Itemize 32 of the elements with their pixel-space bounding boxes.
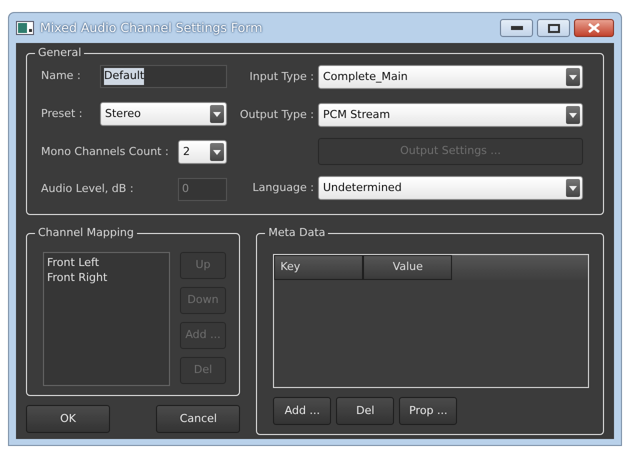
dropdown[interactable]: Stereo <box>100 102 227 126</box>
text-field[interactable]: Default <box>100 65 227 88</box>
close-icon <box>588 23 600 33</box>
dropdown[interactable]: 2 <box>178 140 227 164</box>
maximize-button[interactable] <box>537 19 570 37</box>
channel-list[interactable]: Front Left Front Right <box>43 252 170 386</box>
field-label: Output Type : <box>240 106 314 123</box>
field-label: Audio Level, dB : <box>41 181 134 198</box>
window-title: Mixed Audio Channel Settings Form <box>40 18 262 37</box>
field-label: Language : <box>252 180 314 196</box>
meta-data-button[interactable]: Prop ... <box>399 397 458 425</box>
field-label: Input Type : <box>250 68 314 85</box>
column-header[interactable]: Key <box>274 255 364 280</box>
group-legend: Channel Mapping <box>35 226 137 240</box>
dropdown[interactable]: PCM Stream <box>318 103 583 127</box>
field-label: Preset : <box>41 106 83 122</box>
meta-data-button[interactable]: Del <box>336 397 394 425</box>
maximize-icon <box>548 24 560 32</box>
close-button[interactable] <box>574 19 614 37</box>
minimize-button[interactable] <box>500 19 533 37</box>
dropdown[interactable]: Undetermined <box>318 176 583 200</box>
dropdown[interactable]: Complete_Main <box>318 65 583 89</box>
list-item[interactable]: Front Left <box>47 255 166 270</box>
column-header[interactable]: Value <box>363 255 452 280</box>
field-label: Name : <box>41 68 81 84</box>
app-icon <box>16 21 34 35</box>
list-item[interactable]: Front Right <box>47 270 166 285</box>
minimize-icon <box>510 26 522 30</box>
dialog-button[interactable]: Cancel <box>156 405 240 433</box>
field-label: Mono Channels Count : <box>41 144 169 160</box>
meta-data-button[interactable]: Add ... <box>273 397 332 425</box>
dialog-button[interactable]: OK <box>26 405 110 433</box>
